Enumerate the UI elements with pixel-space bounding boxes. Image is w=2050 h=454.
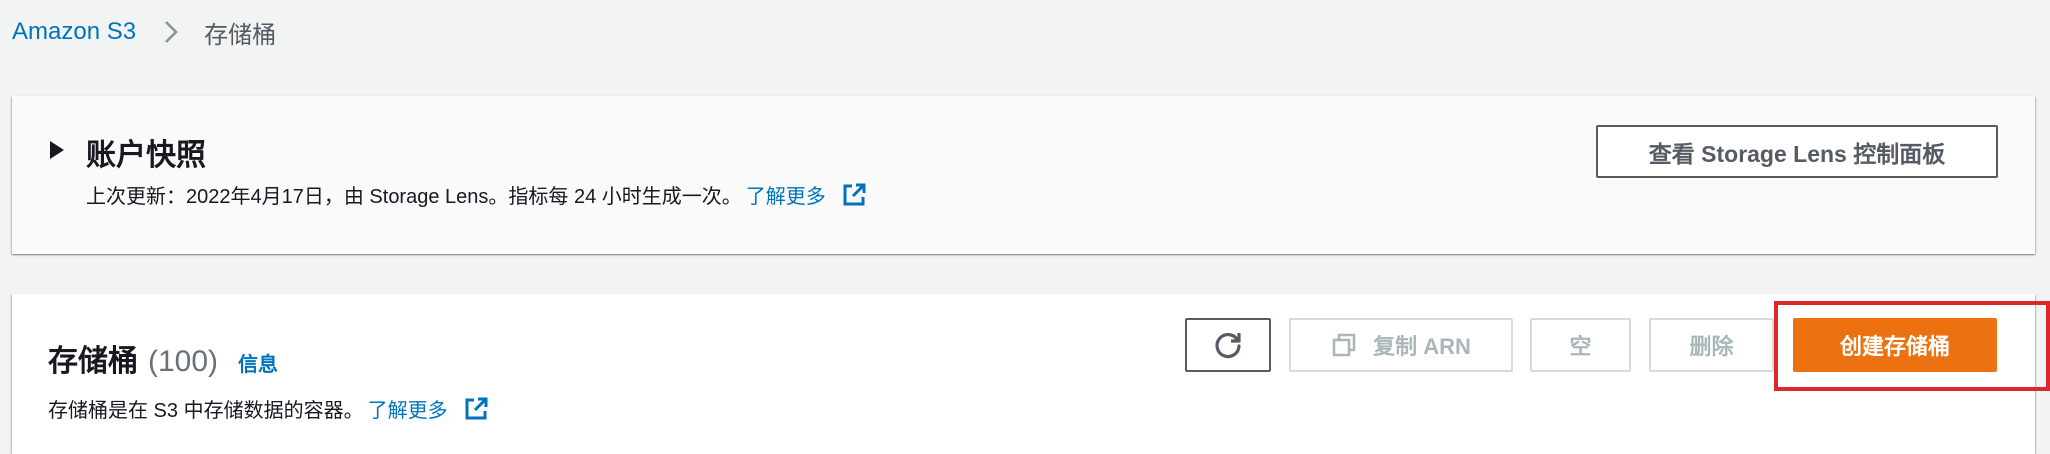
breadcrumb-current: 存储桶 bbox=[204, 21, 277, 49]
snapshot-learn-more-link[interactable]: 了解更多 bbox=[746, 180, 826, 209]
snapshot-description-text: 上次更新：2022年4月17日，由 Storage Lens。指标每 24 小时… bbox=[86, 186, 742, 208]
breadcrumb-amazon-s3-link[interactable]: Amazon S3 bbox=[12, 18, 136, 46]
external-link-icon[interactable] bbox=[840, 181, 868, 209]
external-link-icon[interactable] bbox=[462, 395, 490, 423]
buckets-count: (100) bbox=[148, 345, 219, 378]
copy-arn-label: 复制 ARN bbox=[1373, 334, 1471, 359]
create-bucket-button[interactable]: 创建存储桶 bbox=[1793, 318, 1997, 372]
refresh-icon bbox=[1212, 329, 1244, 361]
buckets-description: 存储桶是在 S3 中存储数据的容器。 了解更多 bbox=[48, 394, 490, 423]
breadcrumb: Amazon S3 存储桶 bbox=[12, 14, 276, 50]
view-storage-lens-dashboard-button[interactable]: 查看 Storage Lens 控制面板 bbox=[1596, 125, 1998, 178]
account-snapshot-title[interactable]: 账户快照 bbox=[86, 130, 206, 174]
empty-bucket-button[interactable]: 空 bbox=[1530, 318, 1631, 372]
buckets-info-link[interactable]: 信息 bbox=[238, 348, 278, 377]
copy-arn-button[interactable]: 复制 ARN bbox=[1289, 318, 1513, 372]
delete-bucket-button[interactable]: 删除 bbox=[1649, 318, 1774, 372]
caret-right-icon[interactable] bbox=[48, 138, 68, 162]
copy-icon bbox=[1331, 332, 1357, 358]
account-snapshot-description: 上次更新：2022年4月17日，由 Storage Lens。指标每 24 小时… bbox=[86, 180, 868, 209]
buckets-description-text: 存储桶是在 S3 中存储数据的容器。 bbox=[48, 400, 364, 422]
chevron-right-icon bbox=[156, 17, 186, 47]
buckets-header: 存储桶 (100) 信息 bbox=[48, 336, 278, 380]
buckets-title: 存储桶 bbox=[48, 345, 138, 378]
buckets-learn-more-link[interactable]: 了解更多 bbox=[368, 394, 448, 423]
refresh-button[interactable] bbox=[1185, 318, 1271, 372]
